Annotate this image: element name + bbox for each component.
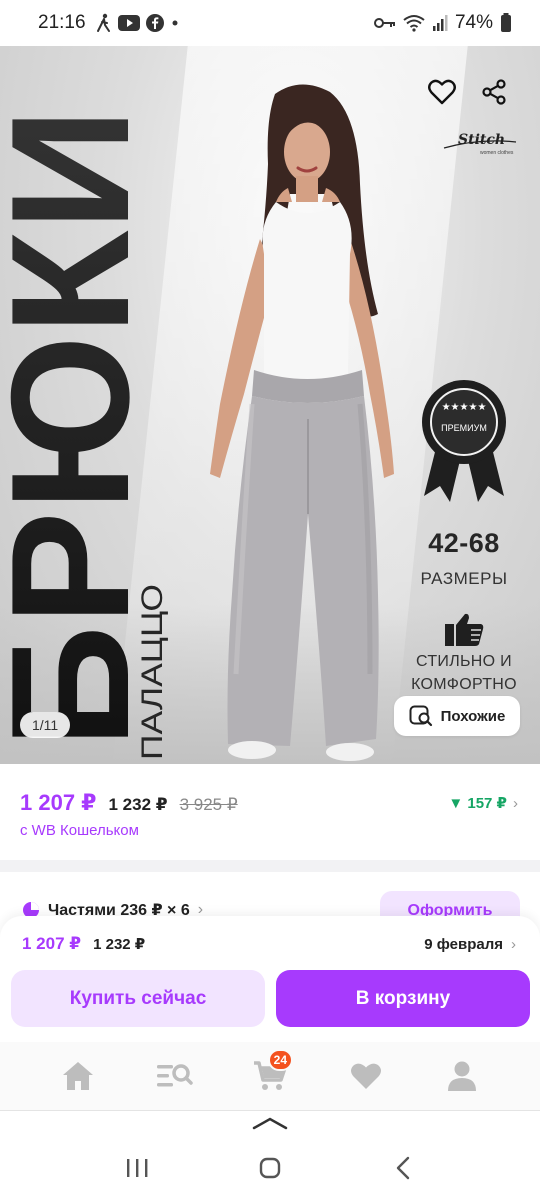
recent-apps-button[interactable]	[112, 1143, 162, 1193]
share-icon	[482, 79, 506, 105]
status-icons-right: 74%	[373, 12, 512, 34]
buy-panel: 1 207 ₽ 1 232 ₽ 9 февраля › Купить сейча…	[0, 916, 540, 1042]
status-bar: 21:16 74%	[0, 0, 540, 46]
battery-percent: 74%	[454, 12, 493, 33]
product-subtitle-text: ПАЛАЦЦО	[136, 584, 169, 760]
premium-badge-text: ПРЕМИУМ	[441, 423, 487, 433]
nav-divider	[0, 1110, 540, 1111]
model-photo	[180, 74, 410, 764]
nav-catalog[interactable]	[149, 1051, 199, 1101]
sizes-label: РАЗМЕРЫ	[420, 569, 508, 588]
brand-logo: Stitch women clothes	[440, 128, 520, 158]
buy-panel-price-main: 1 207 ₽	[22, 934, 82, 953]
battery-icon	[500, 13, 512, 33]
brand-logo-text: Stitch	[458, 132, 505, 148]
comfort-line-2: КОМФОРТНО	[411, 676, 517, 693]
system-nav-bar	[0, 1136, 540, 1200]
bottom-nav: 24	[0, 1042, 540, 1110]
home-system-button[interactable]	[245, 1143, 295, 1193]
nav-favorites[interactable]	[341, 1051, 391, 1101]
delivery-date-button[interactable]: 9 февраля ›	[424, 936, 516, 953]
product-image-gallery[interactable]: БРЮКИ ПАЛАЦЦО Stitch women clothes ★★★★★…	[0, 46, 540, 764]
share-button[interactable]	[472, 70, 516, 114]
premium-badge: ★★★★★ ПРЕМИУМ	[418, 378, 510, 504]
price-old: 3 925 ₽	[179, 795, 238, 814]
walk-icon	[96, 13, 112, 33]
price-row: 1 207 ₽ 1 232 ₽ 3 925 ₽	[20, 790, 520, 816]
status-time: 21:16	[38, 12, 86, 33]
youtube-icon	[117, 15, 140, 31]
wallet-note[interactable]: с WB Кошельком	[20, 822, 520, 839]
favorites-icon	[351, 1063, 381, 1089]
buy-panel-price-regular: 1 232 ₽	[93, 936, 146, 953]
facebook-icon	[145, 14, 164, 32]
similar-button[interactable]: Похожие	[394, 696, 520, 736]
section-divider	[0, 860, 540, 872]
price-with-wallet: 1 207 ₽	[20, 790, 97, 815]
dot-icon	[170, 18, 180, 28]
buy-panel-prices: 1 207 ₽ 1 232 ₽	[22, 934, 145, 954]
chevron-right-icon: ›	[511, 936, 516, 953]
buy-now-button[interactable]: Купить сейчас	[11, 970, 265, 1027]
chevron-right-icon: ›	[513, 794, 518, 812]
sizes-info: 42-68 РАЗМЕРЫ	[404, 528, 524, 589]
image-counter: 1/11	[20, 712, 71, 738]
product-title-text: БРЮКИ	[6, 108, 146, 748]
home-icon	[63, 1062, 93, 1090]
nav-cart[interactable]: 24	[245, 1049, 295, 1101]
cart-count-badge: 24	[267, 1049, 293, 1071]
price-regular: 1 232 ₽	[108, 795, 168, 814]
svg-text:★★★★★: ★★★★★	[442, 402, 487, 413]
nav-home[interactable]	[53, 1051, 103, 1101]
signal-icon	[432, 14, 448, 32]
thumbs-up-icon	[443, 612, 485, 648]
nav-profile[interactable]	[437, 1051, 487, 1101]
heart-icon	[428, 79, 456, 105]
add-to-cart-button[interactable]: В корзину	[276, 970, 530, 1027]
profile-icon	[448, 1061, 476, 1091]
delivery-date: 9 февраля	[424, 936, 503, 953]
back-icon	[397, 1156, 410, 1180]
key-icon	[373, 17, 396, 29]
product-title-graphic: БРЮКИ	[0, 98, 164, 758]
chevron-up-icon	[252, 1117, 288, 1130]
brand-tagline-text: women clothes	[480, 150, 514, 156]
status-icons-left	[96, 13, 180, 33]
cashback-amount: ▼ 157 ₽	[448, 795, 507, 812]
similar-button-label: Похожие	[440, 707, 506, 725]
favorite-button[interactable]	[420, 70, 464, 114]
product-subtitle-graphic: ПАЛАЦЦО	[132, 576, 172, 764]
collapse-handle[interactable]	[250, 1116, 290, 1134]
home-circle-icon	[259, 1157, 281, 1179]
sizes-range: 42-68	[428, 528, 500, 558]
image-search-icon	[409, 705, 432, 727]
back-system-button[interactable]	[378, 1143, 428, 1193]
comfort-text: СТИЛЬНО И КОМФОРТНО	[398, 650, 530, 696]
recent-apps-icon	[126, 1159, 148, 1177]
price-card: 1 207 ₽ 1 232 ₽ 3 925 ₽ с WB Кошельком ▼…	[0, 764, 540, 860]
comfort-line-1: СТИЛЬНО И	[416, 653, 512, 670]
catalog-search-icon	[157, 1064, 193, 1087]
cashback-button[interactable]: ▼ 157 ₽ ›	[448, 794, 518, 813]
wifi-icon	[403, 14, 425, 32]
